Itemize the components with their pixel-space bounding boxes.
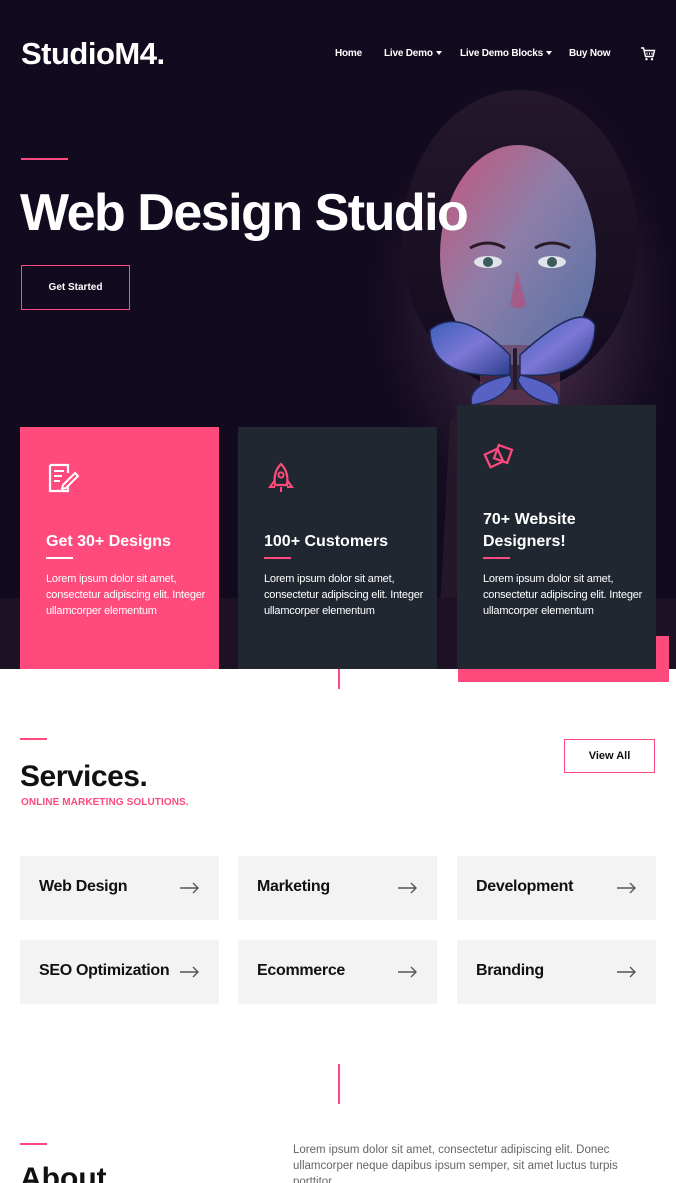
services-accent-line — [20, 738, 47, 740]
service-item-development[interactable]: Development — [457, 856, 656, 920]
arrow-right-icon — [617, 882, 636, 894]
service-label: Development — [476, 878, 574, 895]
feature-card-customers: 100+ Customers Lorem ipsum dolor sit ame… — [238, 427, 437, 669]
service-label: Web Design — [39, 878, 128, 895]
diamond-squares-icon — [483, 443, 514, 469]
main-nav: Home Live Demo Live Demo Blocks Buy Now — [0, 48, 676, 68]
feature-title: 70+ Website Designers! — [483, 511, 576, 550]
hero-accent-line — [21, 158, 68, 160]
document-edit-icon — [48, 463, 80, 493]
about-accent-line — [20, 1143, 47, 1145]
arrow-right-icon — [180, 966, 199, 978]
arrow-right-icon — [398, 882, 417, 894]
nav-label: Live Demo Blocks — [460, 48, 543, 59]
arrow-right-icon — [398, 966, 417, 978]
feature-title: 100+ Customers — [264, 533, 389, 550]
nav-item-live-demo[interactable]: Live Demo — [384, 48, 442, 59]
nav-label: Live Demo — [384, 48, 433, 59]
feature-card-designers: 70+ Website Designers! Lorem ipsum dolor… — [457, 405, 656, 669]
arrow-right-icon — [180, 882, 199, 894]
feature-card-designs: Get 30+ Designs Lorem ipsum dolor sit am… — [20, 427, 219, 669]
feature-underline — [46, 557, 73, 559]
service-item-seo-optimization[interactable]: SEO Optimization — [20, 940, 219, 1004]
service-label: Ecommerce — [257, 962, 346, 979]
service-label: Branding — [476, 962, 544, 979]
services-subtitle: ONLINE MARKETING SOLUTIONS. — [21, 797, 189, 808]
rocket-icon — [268, 462, 294, 492]
feature-underline — [264, 557, 291, 559]
section-divider-line — [338, 1064, 340, 1104]
section-divider-line — [338, 669, 340, 689]
service-label: Marketing — [257, 878, 330, 895]
feature-underline — [483, 557, 510, 559]
service-item-ecommerce[interactable]: Ecommerce — [238, 940, 437, 1004]
service-item-web-design[interactable]: Web Design — [20, 856, 219, 920]
feature-text: Lorem ipsum dolor sit amet, consectetur … — [264, 573, 424, 617]
service-item-marketing[interactable]: Marketing — [238, 856, 437, 920]
feature-text: Lorem ipsum dolor sit amet, consectetur … — [483, 573, 643, 617]
hero-title: Web Design Studio — [20, 184, 469, 242]
about-title: About — [20, 1162, 107, 1183]
nav-item-live-demo-blocks[interactable]: Live Demo Blocks — [460, 48, 552, 59]
arrow-right-icon — [617, 966, 636, 978]
feature-text: Lorem ipsum dolor sit amet, consectetur … — [46, 573, 206, 617]
service-item-branding[interactable]: Branding — [457, 940, 656, 1004]
nav-label: Home — [335, 48, 362, 59]
nav-label: Buy Now — [569, 48, 611, 59]
shopping-cart-icon[interactable] — [640, 46, 656, 62]
nav-item-home[interactable]: Home — [335, 48, 362, 59]
services-title: Services. — [20, 760, 148, 793]
service-label: SEO Optimization — [39, 962, 170, 979]
chevron-down-icon — [435, 51, 442, 55]
get-started-button[interactable]: Get Started — [21, 265, 130, 310]
view-all-button[interactable]: View All — [564, 739, 655, 773]
feature-title: Get 30+ Designs — [46, 533, 171, 550]
about-text: Lorem ipsum dolor sit amet, consectetur … — [293, 1144, 618, 1183]
chevron-down-icon — [545, 51, 552, 55]
nav-item-buy-now[interactable]: Buy Now — [569, 48, 611, 59]
